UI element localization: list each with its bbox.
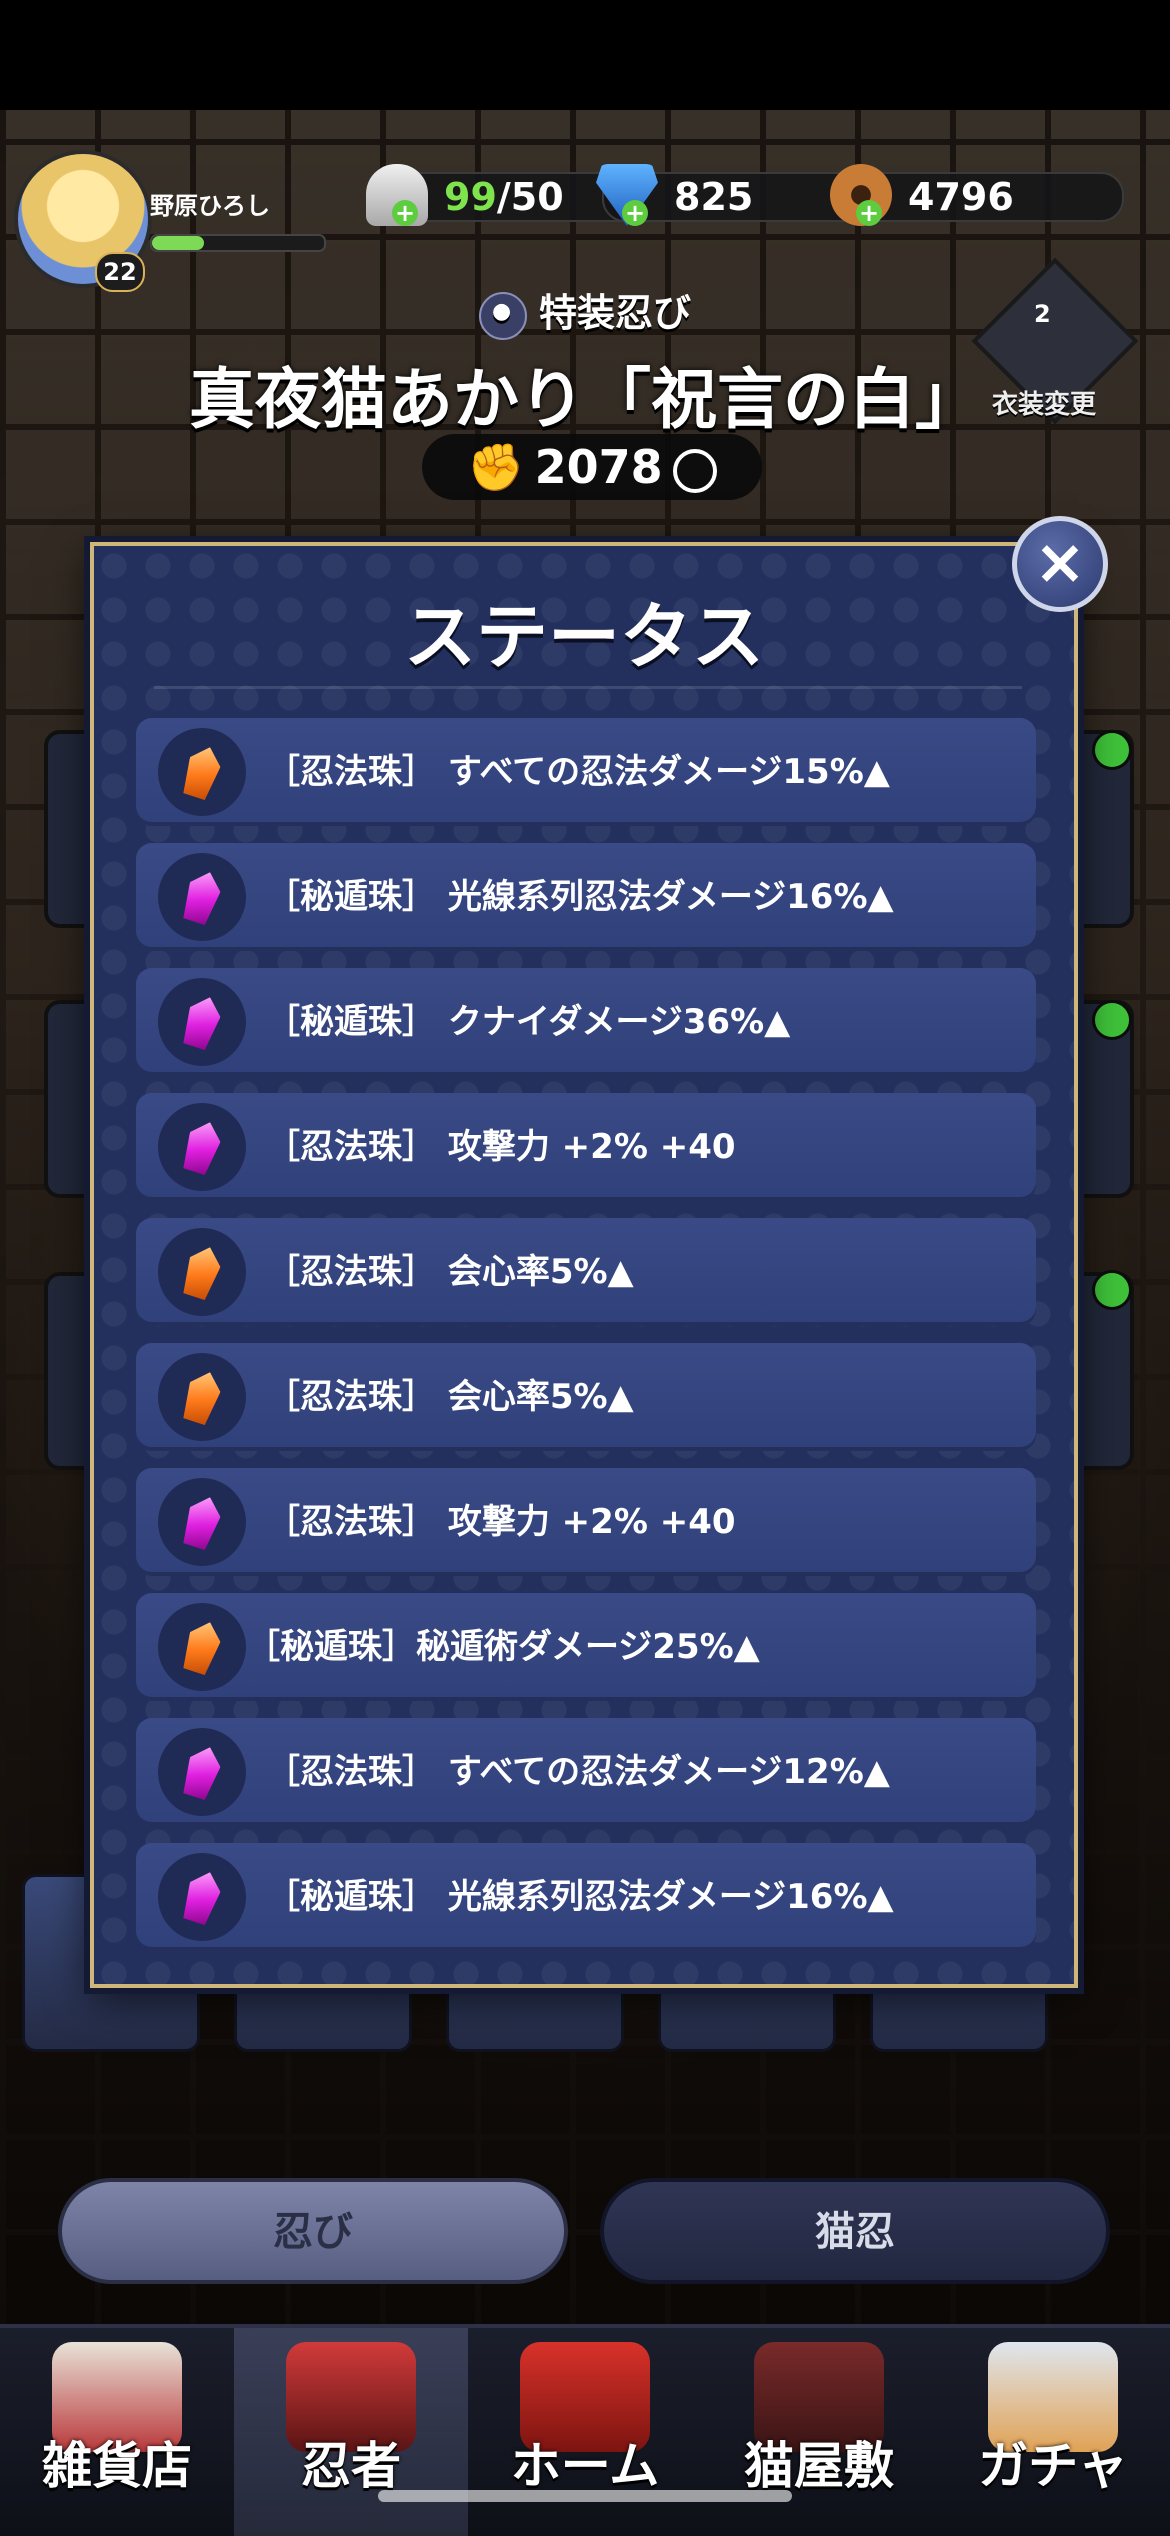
costume-change-label[interactable]: 衣装変更 [992, 384, 1096, 421]
plus-icon[interactable]: + [856, 200, 882, 226]
character-rarity-text: 特装忍び [538, 291, 691, 335]
nav-label: 雑貨店 [42, 2437, 192, 2495]
gem-slot [158, 853, 246, 941]
gem-icon [179, 1242, 226, 1301]
gem-icon [179, 867, 226, 926]
gem-slot [158, 978, 246, 1066]
status-text: ［忍法珠］ 会心率5%▲ [266, 1377, 634, 1417]
nav-label: 猫屋敷 [744, 2437, 894, 2495]
status-row: ［忍法珠］ 攻撃力 +2% +40 [136, 1093, 1036, 1201]
gem-slot [158, 1103, 246, 1191]
status-row: ［秘遁珠］ 光線系列忍法ダメージ16%▲ [136, 843, 1036, 951]
plus-icon[interactable]: + [392, 200, 418, 226]
nav-item-home[interactable]: ホーム [468, 2328, 702, 2536]
gem-icon [179, 1117, 226, 1176]
gem-icon [179, 1867, 226, 1926]
power-display[interactable]: ✊ 2078 [422, 434, 762, 500]
gem-slot [158, 1728, 246, 1816]
home-indicator[interactable] [378, 2490, 792, 2502]
stamina-max: /50 [496, 175, 564, 219]
status-text: ［忍法珠］ すべての忍法ダメージ12%▲ [266, 1752, 890, 1792]
status-row: ［忍法珠］ 攻撃力 +2% +40 [136, 1468, 1036, 1576]
status-row: ［秘遁珠］ 光線系列忍法ダメージ16%▲ [136, 1843, 1036, 1951]
gem-slot [158, 1853, 246, 1941]
plus-icon[interactable]: + [622, 200, 648, 226]
modal-title: ステータス [403, 595, 764, 679]
gem-icon [179, 992, 226, 1051]
status-text: ［忍法珠］ すべての忍法ダメージ15%▲ [266, 752, 890, 792]
status-text: ［秘遁珠］ クナイダメージ36%▲ [266, 1002, 791, 1042]
gem-icon [179, 1367, 226, 1426]
search-icon[interactable] [672, 448, 717, 493]
status-text: ［忍法珠］ 会心率5%▲ [266, 1252, 634, 1292]
notification-dot [1092, 1270, 1132, 1310]
gem-slot [158, 1353, 246, 1441]
coin-counter[interactable]: + 4796 [830, 164, 1124, 226]
status-text: ［秘遁珠］秘遁術ダメージ25%▲ [246, 1627, 760, 1667]
status-row: ［忍法珠］ 会心率5%▲ [136, 1218, 1036, 1326]
close-button[interactable]: × [1012, 516, 1108, 612]
status-row: ［忍法珠］ すべての忍法ダメージ12%▲ [136, 1718, 1036, 1826]
nav-label: ガチャ [978, 2437, 1128, 2495]
costume-count: 2 [1034, 300, 1051, 328]
modal-divider [154, 686, 1022, 689]
status-text: ［忍法珠］ 攻撃力 +2% +40 [266, 1502, 736, 1542]
status-text: ［秘遁珠］ 光線系列忍法ダメージ16%▲ [266, 877, 894, 917]
gem-slot [158, 1478, 246, 1566]
power-value: 2078 [534, 440, 663, 494]
nav-item-gacha[interactable]: ガチャ [936, 2328, 1170, 2536]
xp-bar [150, 234, 326, 252]
status-text: ［秘遁珠］ 光線系列忍法ダメージ16%▲ [266, 1877, 894, 1917]
nav-label: ホーム [510, 2437, 660, 2495]
nav-label: 忍者 [301, 2437, 401, 2495]
gem-icon [179, 1617, 226, 1676]
bottom-nav: 雑貨店 忍者 ホーム 猫屋敷 ガチャ [0, 2324, 1170, 2536]
paw-icon [478, 291, 527, 340]
nav-item-ninja[interactable]: 忍者 [234, 2328, 468, 2536]
stamina-current: 99 [444, 175, 497, 219]
player-name: 野原ひろし [150, 192, 270, 220]
status-modal: ステータス ［忍法珠］ すべての忍法ダメージ15%▲ ［秘遁珠］ 光線系列忍法ダ… [90, 542, 1078, 1988]
status-row: ［秘遁珠］ クナイダメージ36%▲ [136, 968, 1036, 1076]
fist-icon: ✊ [467, 440, 525, 494]
gem-slot [158, 1603, 246, 1691]
xp-bar-fill [152, 236, 204, 250]
gem-slot [158, 728, 246, 816]
gem-slot [158, 1228, 246, 1316]
status-row: ［秘遁珠］秘遁術ダメージ25%▲ [136, 1593, 1036, 1701]
coin-count: 4796 [908, 175, 1014, 219]
gem-icon [179, 742, 226, 801]
status-text: ［忍法珠］ 攻撃力 +2% +40 [266, 1127, 736, 1167]
status-row: ［忍法珠］ すべての忍法ダメージ15%▲ [136, 718, 1036, 826]
gem-count: 825 [674, 175, 754, 219]
notification-dot [1092, 730, 1132, 770]
gem-icon [179, 1742, 226, 1801]
nav-item-cat-house[interactable]: 猫屋敷 [702, 2328, 936, 2536]
tab-ninja[interactable]: 忍び [58, 2178, 568, 2284]
status-list[interactable]: ［忍法珠］ すべての忍法ダメージ15%▲ ［秘遁珠］ 光線系列忍法ダメージ16%… [136, 718, 1036, 1952]
nav-item-shop[interactable]: 雑貨店 [0, 2328, 234, 2536]
tab-cat-ninja[interactable]: 猫忍 [600, 2178, 1110, 2284]
notification-dot [1092, 1000, 1132, 1040]
status-row: ［忍法珠］ 会心率5%▲ [136, 1343, 1036, 1451]
gem-icon [179, 1492, 226, 1551]
